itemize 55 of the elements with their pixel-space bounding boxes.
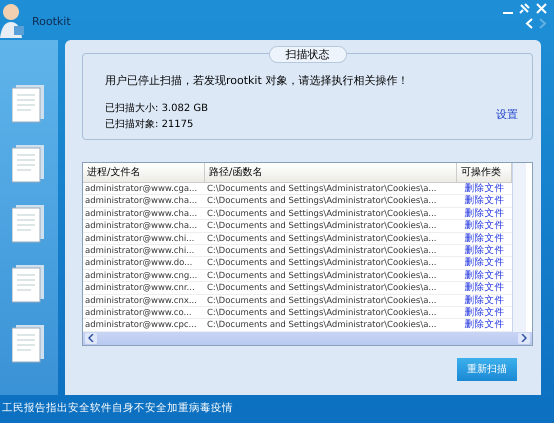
horizontal-scrollbar[interactable] (83, 332, 532, 345)
delete-file-link[interactable]: 删除文件 (457, 257, 512, 270)
table-cell: administrator@www.cng... (83, 270, 205, 282)
document-icon[interactable] (12, 265, 46, 303)
table-cell: C:\Documents and Settings\Administrator\Cookies\a... (205, 282, 457, 295)
table-cell: administrator@www.cha... (83, 208, 205, 220)
field-label: 已扫描对象: (105, 119, 158, 130)
table-cell: C:\Documents and Settings\Administrator\Cookies\a... (205, 220, 457, 233)
column-header[interactable]: 路径/函数名 (205, 163, 457, 183)
window-title: Rootkit (32, 14, 71, 30)
document-icon[interactable] (12, 325, 46, 363)
delete-file-link[interactable]: 删除文件 (457, 294, 512, 307)
column-header[interactable]: 可操作类 (457, 163, 512, 183)
table-cell: C:\Documents and Settings\Administrator\Cookies\a... (205, 294, 457, 307)
field-label: 已扫描大小: (105, 103, 158, 114)
status-message: 用户已停止扫描，若发现rootkit 对象，请选择执行相关操作！ (105, 72, 410, 88)
table-cell: administrator@www.chi... (83, 244, 205, 258)
table-cell: C:\Documents and Settings\Administrator\Cookies\a... (205, 183, 457, 196)
field-value: 21175 (162, 119, 194, 130)
table-cell: C:\Documents and Settings\Administrator\Cookies\a... (205, 270, 457, 282)
table-cell: administrator@www.cnr... (83, 282, 205, 295)
delete-file-link[interactable]: 删除文件 (457, 195, 512, 208)
table-cell: C:\Documents and Settings\Administrator\Cookies\a... (205, 208, 457, 220)
table-cell: administrator@www.chi... (83, 232, 205, 245)
document-icon[interactable] (12, 145, 46, 183)
user-avatar-icon (0, 2, 26, 38)
column-header[interactable]: 进程/文件名 (83, 163, 205, 183)
delete-file-link[interactable]: 删除文件 (457, 244, 512, 258)
delete-file-link[interactable]: 删除文件 (457, 208, 512, 220)
vertical-scrollbar[interactable] (512, 163, 526, 332)
delete-file-link[interactable]: 删除文件 (457, 220, 512, 233)
field-value: 3.082 GB (162, 103, 208, 114)
table-cell: C:\Documents and Settings\Administrator\Cookies\a... (205, 257, 457, 270)
delete-file-link[interactable]: 删除文件 (457, 306, 512, 320)
table-cell: administrator@www.do... (83, 257, 205, 270)
minimize-icon (503, 12, 513, 14)
panel-title: 扫描状态 (268, 46, 346, 63)
table-cell: administrator@www.cnx... (83, 294, 205, 307)
close-icon (536, 2, 547, 14)
delete-file-link[interactable]: 删除文件 (457, 282, 512, 295)
table-cell: administrator@www.cha... (83, 220, 205, 233)
settings-link[interactable]: 设置 (496, 106, 518, 123)
table-cell: C:\Documents and Settings\Administrator\Cookies\a... (205, 244, 457, 258)
table-cell: administrator@www.cha... (83, 195, 205, 208)
document-icon[interactable] (12, 205, 46, 243)
table-cell: administrator@www.cga... (83, 183, 205, 196)
table-cell: C:\Documents and Settings\Administrator\Cookies\a... (205, 232, 457, 245)
delete-file-link[interactable]: 删除文件 (457, 270, 512, 282)
news-ticker[interactable]: 工民报告指出安全软件自身不安全加重病毒疫情 (2, 401, 233, 417)
document-icon[interactable] (12, 85, 46, 123)
delete-file-link[interactable]: 删除文件 (457, 183, 512, 196)
table-cell: C:\Documents and Settings\Administrator\Cookies\a... (205, 195, 457, 208)
table-cell: administrator@www.co... (83, 306, 205, 320)
delete-file-link[interactable]: 删除文件 (457, 232, 512, 245)
table-cell: C:\Documents and Settings\Administrator\Cookies\a... (205, 306, 457, 320)
